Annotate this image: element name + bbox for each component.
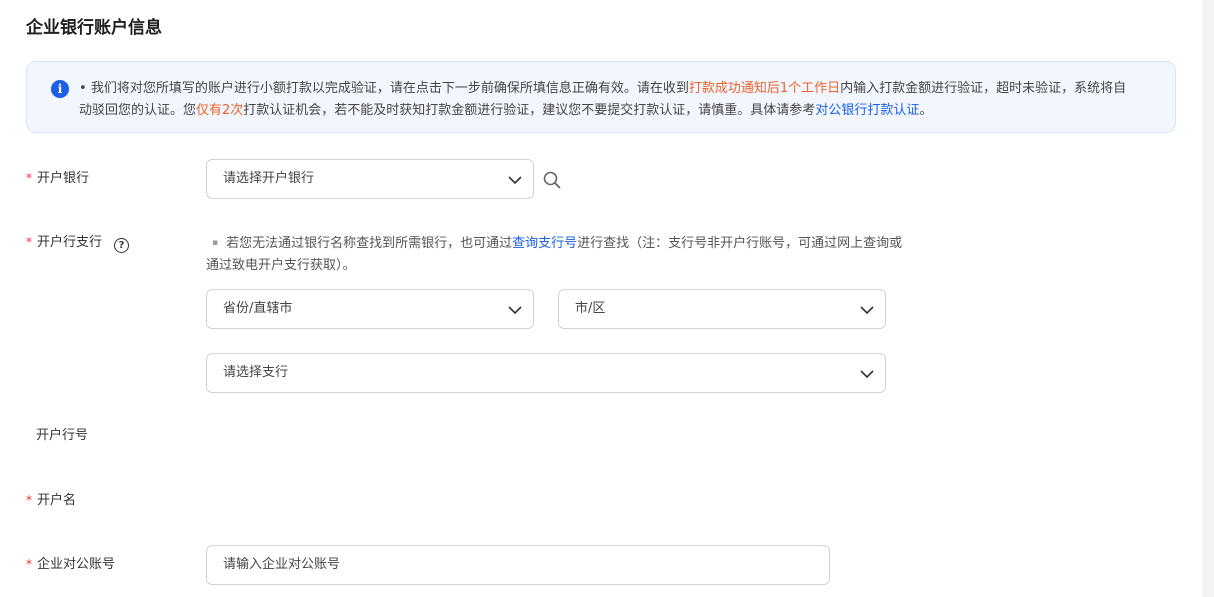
bank-code-label-text: 开户行号 xyxy=(36,428,89,443)
branch-select[interactable]: 请选择支行 xyxy=(206,353,886,393)
notice-part-1: 我们将对您所填写的账户进行小额打款以完成验证，请在点击下一步前确保所填信息正确有… xyxy=(90,81,689,96)
branch-select-placeholder: 请选择支行 xyxy=(223,365,289,380)
notice-end: 。 xyxy=(919,103,933,118)
province-select-placeholder: 省份/直辖市 xyxy=(223,301,293,316)
chevron-down-icon xyxy=(508,176,522,185)
notice-part-3: 打款认证机会，若不能及时获知打款金额进行验证，建议您不要提交打款认证，请慎重。具… xyxy=(243,103,816,118)
bank-label: * 开户银行 xyxy=(26,168,89,189)
bank-label-text: 开户银行 xyxy=(37,171,90,186)
account-name-label: * 开户名 xyxy=(26,490,76,511)
account-number-label-text: 企业对公账号 xyxy=(37,557,116,572)
branch-label-text: 开户行支行 xyxy=(37,235,103,250)
required-mark: * xyxy=(26,493,32,507)
chevron-down-icon xyxy=(860,370,874,379)
account-number-input[interactable]: 请输入企业对公账号 xyxy=(206,545,830,585)
branch-label: * 开户行支行? xyxy=(26,232,130,253)
required-mark: * xyxy=(26,235,32,249)
help-circle-icon[interactable]: ? xyxy=(114,238,130,253)
account-number-label: * 企业对公账号 xyxy=(26,554,115,575)
bank-select-placeholder: 请选择开户银行 xyxy=(223,171,315,186)
branch-hint: ▪ 若您无法通过银行名称查找到所需银行，也可通过查询支行号进行查找（注：支行号非开… xyxy=(206,232,906,277)
right-scroll-gutter xyxy=(1202,0,1214,597)
required-mark: * xyxy=(26,171,32,185)
city-select[interactable]: 市/区 xyxy=(558,289,886,329)
hint-part-1: 若您无法通过银行名称查找到所需银行，也可通过 xyxy=(226,236,513,251)
hint-bullet: ▪ xyxy=(212,238,219,248)
notice-highlight-deadline: 打款成功通知后1个工作日 xyxy=(688,81,841,96)
city-select-placeholder: 市/区 xyxy=(575,301,606,316)
bank-select[interactable]: 请选择开户银行 xyxy=(206,159,534,199)
notice-highlight-attempts: 仅有2次 xyxy=(196,103,244,118)
required-mark: * xyxy=(26,557,32,571)
page-title: 企业银行账户信息 xyxy=(26,18,162,38)
info-icon: i xyxy=(51,80,69,98)
account-name-label-text: 开户名 xyxy=(37,493,77,508)
query-branch-code-link[interactable]: 查询支行号 xyxy=(512,236,577,251)
notice-text: • 我们将对您所填写的账户进行小额打款以完成验证，请在点击下一步前确保所填信息正… xyxy=(79,78,1139,122)
verification-notice: i • 我们将对您所填写的账户进行小额打款以完成验证，请在点击下一步前确保所填信… xyxy=(26,61,1176,133)
chevron-down-icon xyxy=(860,306,874,315)
notice-bullet: • xyxy=(79,81,87,96)
bank-code-label: 开户行号 xyxy=(26,426,88,446)
account-number-placeholder: 请输入企业对公账号 xyxy=(223,557,341,572)
search-icon[interactable] xyxy=(542,170,562,190)
chevron-down-icon xyxy=(508,306,522,315)
bank-transfer-verification-link[interactable]: 对公银行打款认证 xyxy=(815,103,919,118)
province-select[interactable]: 省份/直辖市 xyxy=(206,289,534,329)
